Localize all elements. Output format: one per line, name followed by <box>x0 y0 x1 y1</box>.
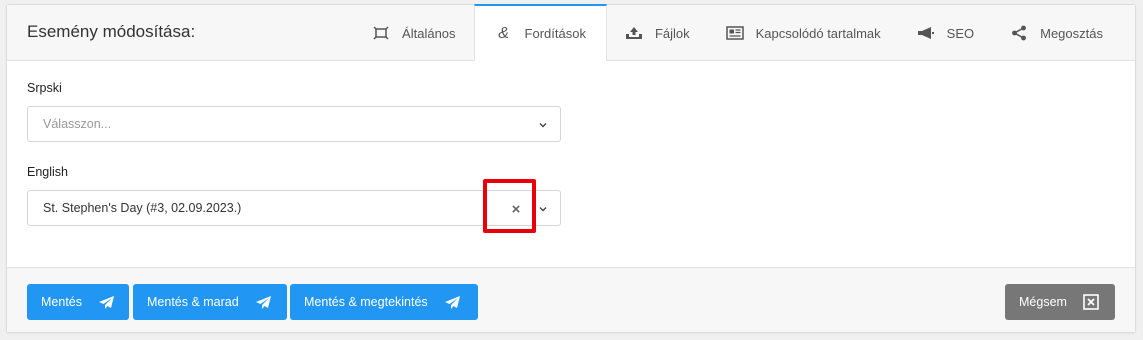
close-box-icon <box>1083 294 1099 310</box>
chevron-down-icon[interactable] <box>538 203 548 213</box>
paper-plane-icon <box>98 295 115 310</box>
english-select[interactable]: St. Stephen's Day (#3, 02.09.2023.) × <box>27 190 561 226</box>
serbian-select-placeholder: Válasszon... <box>43 117 112 131</box>
tab-translations[interactable]: & Fordítások <box>473 4 607 61</box>
newspaper-icon <box>725 24 744 42</box>
paper-plane-icon <box>444 295 461 310</box>
tab-related-content[interactable]: Kapcsolódó tartalmak <box>708 5 899 61</box>
panel-header: Esemény módosítása: Általános & Fordítás… <box>7 4 1135 61</box>
save-and-view-button-label: Mentés & megtekintés <box>304 295 428 309</box>
save-and-stay-button[interactable]: Mentés & marad <box>133 284 287 320</box>
tab-label: Megosztás <box>1040 25 1103 41</box>
edit-event-panel: Esemény módosítása: Általános & Fordítás… <box>6 4 1136 333</box>
cancel-button[interactable]: Mégsem <box>1005 284 1115 320</box>
megaphone-icon <box>917 24 935 42</box>
save-and-stay-button-label: Mentés & marad <box>147 295 239 309</box>
paper-plane-icon <box>255 295 272 310</box>
save-and-view-button[interactable]: Mentés & megtekintés <box>290 284 478 320</box>
page-title: Esemény módosítása: <box>27 22 196 41</box>
tab-files[interactable]: Fájlok <box>607 5 708 61</box>
tab-label: Kapcsolódó tartalmak <box>755 25 881 41</box>
english-label: English <box>27 165 68 179</box>
upload-icon <box>625 24 643 42</box>
tab-share[interactable]: Megosztás <box>992 5 1135 61</box>
tab-seo[interactable]: SEO <box>899 5 992 61</box>
tab-general[interactable]: Általános <box>354 5 473 61</box>
ampersand-icon: & <box>498 24 509 42</box>
clear-selection-icon[interactable]: × <box>506 199 526 219</box>
tab-label: Fájlok <box>654 25 690 41</box>
cancel-button-label: Mégsem <box>1019 295 1067 309</box>
english-select-value: St. Stephen's Day (#3, 02.09.2023.) <box>43 201 242 215</box>
serbian-label: Srpski <box>27 81 62 95</box>
panel-footer: Mentés Mentés & marad Mentés & megtekint… <box>7 267 1135 332</box>
share-icon <box>1010 24 1028 42</box>
chevron-down-icon[interactable] <box>538 119 548 129</box>
serbian-select[interactable]: Válasszon... <box>27 106 561 142</box>
tab-bar: Általános & Fordítások Fájlok Kapcsolódó… <box>354 4 1135 61</box>
save-button-label: Mentés <box>41 295 82 309</box>
tab-label: SEO <box>946 25 975 41</box>
select-divider <box>534 191 535 225</box>
expand-frame-icon <box>372 24 390 42</box>
tab-label: Általános <box>402 25 456 41</box>
save-button[interactable]: Mentés <box>27 284 129 320</box>
tab-label: Fordítások <box>524 26 586 41</box>
